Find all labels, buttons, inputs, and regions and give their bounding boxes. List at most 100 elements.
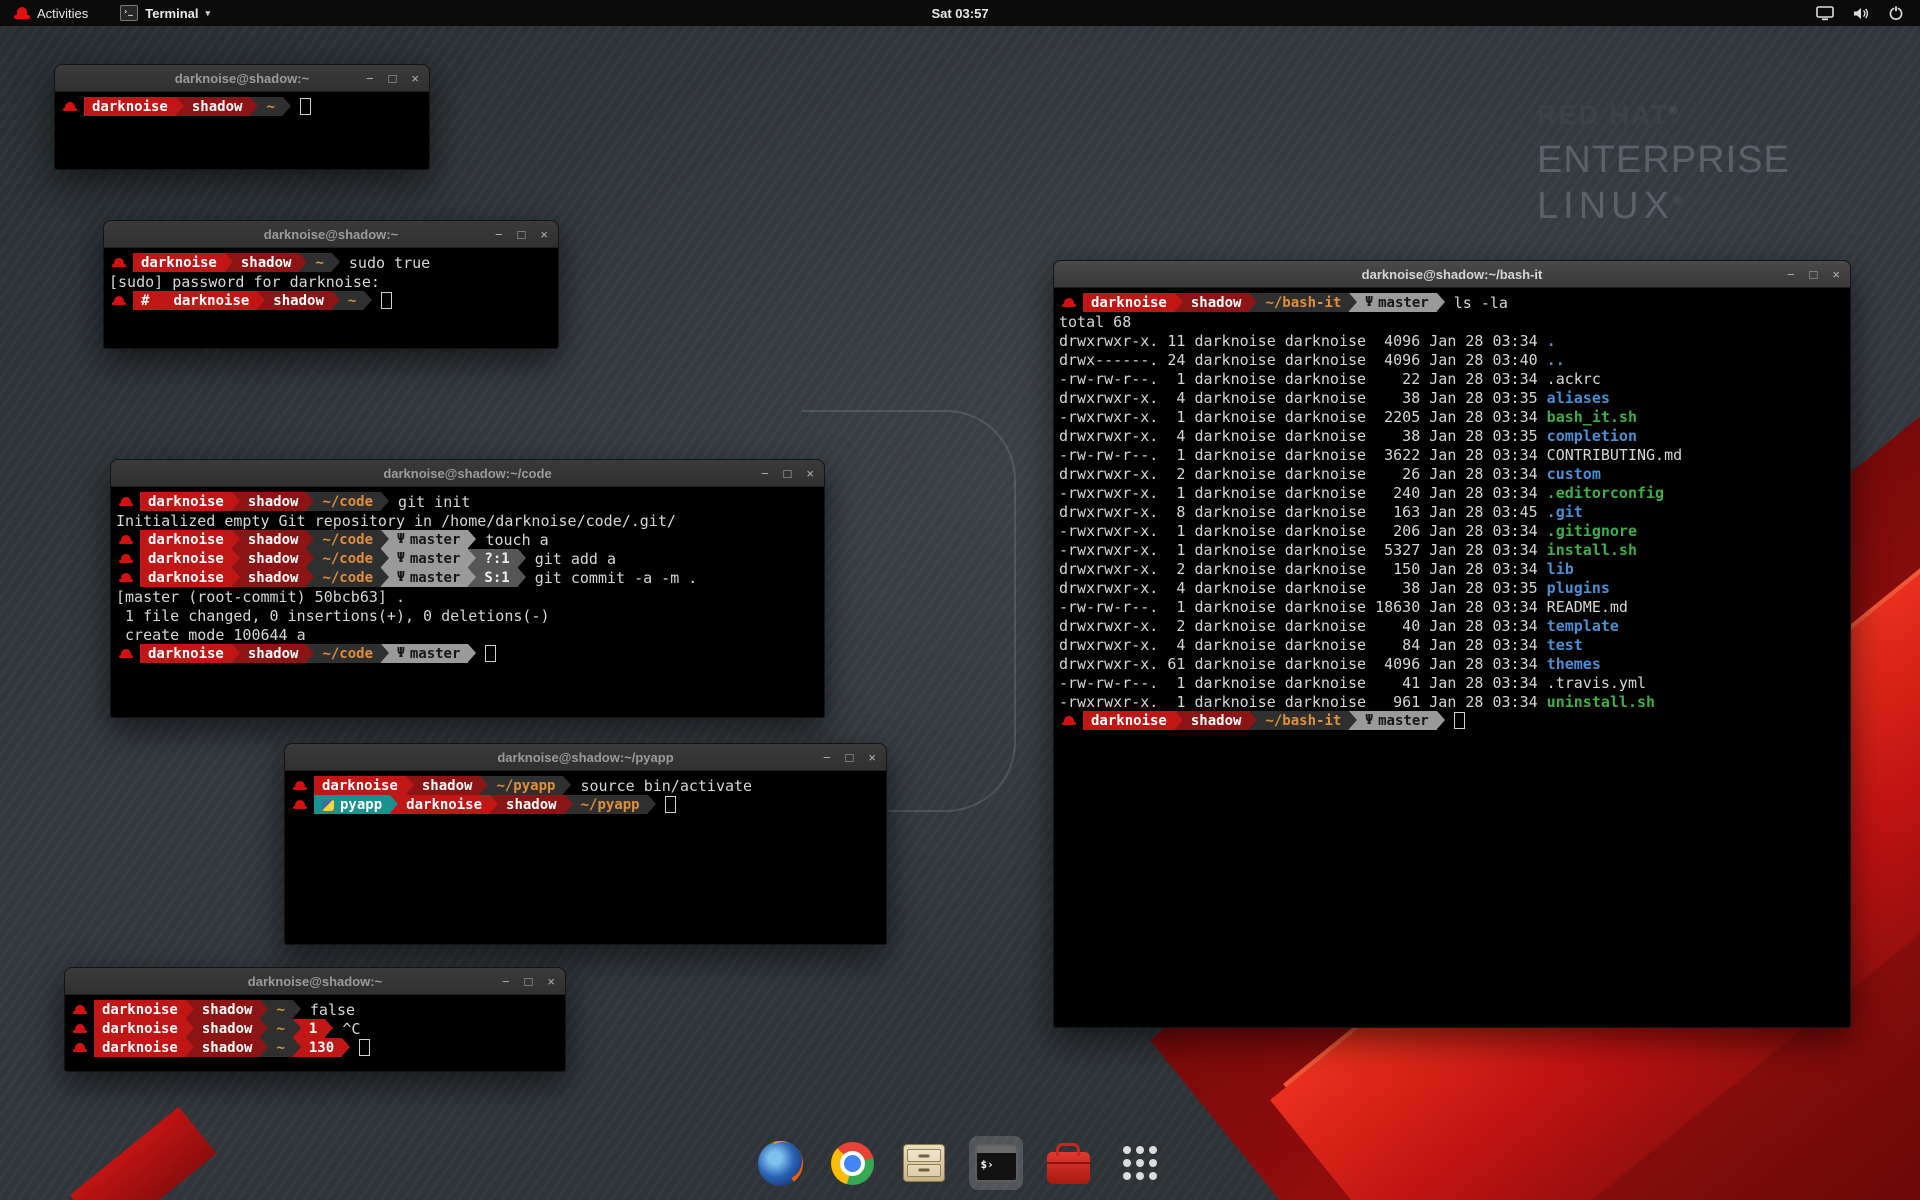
status-area[interactable] (1816, 5, 1920, 21)
terminal-window-code[interactable]: darknoise@shadow:~/code − □ × darknoises… (110, 459, 825, 718)
terminal-window-pyapp[interactable]: darknoise@shadow:~/pyapp − □ × darknoise… (284, 743, 887, 945)
dock-firefox[interactable] (753, 1136, 807, 1190)
terminal-content[interactable]: darknoiseshadow~/bash-itΨmaster ls -lato… (1054, 288, 1850, 1027)
segment-text: darknoise (102, 1002, 178, 1018)
terminal-line: [sudo] password for darknoise: (109, 272, 553, 291)
close-button[interactable]: × (1832, 268, 1840, 281)
powerline-arrow (176, 97, 184, 116)
file-name: README.md (1547, 598, 1628, 616)
powerline-arrow (468, 644, 476, 663)
terminal-window-home-1[interactable]: darknoise@shadow:~ − □ × darknoiseshadow… (54, 64, 430, 170)
segment-text: ~ (266, 99, 274, 115)
terminal-window-home-2[interactable]: darknoise@shadow:~ − □ × darknoiseshadow… (64, 967, 566, 1072)
volume-icon (1852, 6, 1870, 21)
powerline-arrow-triangle (232, 492, 240, 510)
segment-text: master (410, 570, 461, 586)
command-text: ls -la (1445, 294, 1508, 312)
terminal-line: Initialized empty Git repository in /hom… (116, 511, 819, 530)
terminal-content[interactable]: darknoiseshadow~/pyapp source bin/activa… (285, 771, 886, 944)
terminal-window-bash-it[interactable]: darknoise@shadow:~/bash-it − □ × darknoi… (1053, 260, 1851, 1028)
segment-text: ~ (348, 293, 356, 309)
minimize-button[interactable]: − (761, 467, 769, 480)
titlebar[interactable]: darknoise@shadow:~/bash-it − □ × (1054, 261, 1850, 288)
terminal-window-sudo[interactable]: darknoise@shadow:~ − □ × darknoiseshadow… (103, 220, 559, 349)
terminal-content[interactable]: darknoiseshadow~ sudo true[sudo] passwor… (104, 248, 558, 348)
command-text: sudo true (340, 254, 430, 272)
brand-redhat: RED HAT® (1537, 102, 1790, 129)
terminal-line: -rw-rw-r--. 1 darknoise darknoise 22 Jan… (1059, 369, 1845, 388)
powerline-arrow (563, 776, 571, 795)
maximize-button[interactable]: □ (525, 975, 533, 988)
close-button[interactable]: × (547, 975, 555, 988)
close-button[interactable]: × (868, 751, 876, 764)
file-name: .editorconfig (1547, 484, 1664, 502)
powerline-arrow-triangle (1349, 293, 1357, 311)
file-meta: drwxrwxr-x. 2 darknoise darknoise 26 Jan… (1059, 465, 1547, 483)
terminal-content[interactable]: darknoiseshadow~ falsedarknoiseshadow~1 … (65, 995, 565, 1071)
dock-files[interactable] (897, 1136, 951, 1190)
redhat-prompt-icon (73, 1023, 87, 1035)
dock-app-grid[interactable] (1113, 1136, 1167, 1190)
minimize-button[interactable]: − (823, 751, 831, 764)
file-name: themes (1547, 655, 1601, 673)
app-menu-terminal[interactable]: Terminal ▾ (120, 5, 210, 21)
minimize-button[interactable]: − (366, 72, 374, 85)
maximize-button[interactable]: □ (518, 228, 526, 241)
close-button[interactable]: × (411, 72, 419, 85)
terminal-line: -rw-rw-r--. 1 darknoise darknoise 3622 J… (1059, 445, 1845, 464)
maximize-button[interactable]: □ (389, 72, 397, 85)
git-branch-icon: Ψ (397, 532, 405, 547)
powerline-arrow (186, 1019, 194, 1038)
terminal-line: -rwxrwxr-x. 1 darknoise darknoise 961 Ja… (1059, 692, 1845, 711)
redhat-prompt-icon (63, 101, 77, 113)
prompt-user-segment: darknoise (94, 1000, 186, 1019)
titlebar[interactable]: darknoise@shadow:~ − □ × (55, 65, 429, 92)
close-button[interactable]: × (806, 467, 814, 480)
titlebar[interactable]: darknoise@shadow:~ − □ × (65, 968, 565, 995)
window-title: darknoise@shadow:~/bash-it (1362, 267, 1543, 282)
maximize-button[interactable]: □ (1810, 268, 1818, 281)
powerline-arrow (518, 568, 526, 587)
file-meta: -rwxrwxr-x. 1 darknoise darknoise 206 Ja… (1059, 522, 1547, 540)
powerline-arrow-triangle (293, 1019, 301, 1037)
dock-chrome[interactable] (825, 1136, 879, 1190)
prompt-host-segment: shadow (240, 568, 307, 587)
powerline-arrow (293, 1019, 301, 1038)
segment-text: master (410, 551, 461, 567)
titlebar[interactable]: darknoise@shadow:~/pyapp − □ × (285, 744, 886, 771)
powerline-arrow (293, 1000, 301, 1019)
terminal-content[interactable]: darknoiseshadow~/code git initInitialize… (111, 487, 824, 717)
close-button[interactable]: × (540, 228, 548, 241)
powerline-arrow-triangle (260, 1038, 268, 1056)
powerline-arrow-triangle (186, 1019, 194, 1037)
dock-terminal[interactable] (969, 1136, 1023, 1190)
terminal-cursor (381, 292, 392, 309)
redhat-prompt-icon (112, 295, 126, 307)
minimize-button[interactable]: − (1787, 268, 1795, 281)
prompt-host-segment: shadow (1183, 293, 1250, 312)
file-meta: -rw-rw-r--. 1 darknoise darknoise 22 Jan… (1059, 370, 1547, 388)
command-text: source bin/activate (571, 777, 752, 795)
terminal-content[interactable]: darknoiseshadow~ (55, 92, 429, 169)
powerline-arrow-triangle (260, 1000, 268, 1018)
prompt-root-segment: # (133, 291, 157, 310)
powerline-arrow (186, 1000, 194, 1019)
segment-text: master (410, 532, 461, 548)
file-meta: drwxrwxr-x. 8 darknoise darknoise 163 Ja… (1059, 503, 1547, 521)
brand-enterprise: ENTERPRISE (1537, 141, 1790, 179)
powerline-arrow-triangle (468, 568, 476, 586)
activities-button[interactable]: Activities (10, 0, 92, 26)
segment-text: ~/code (322, 646, 373, 662)
file-meta: drwx------. 24 darknoise darknoise 4096 … (1059, 351, 1547, 369)
titlebar[interactable]: darknoise@shadow:~ − □ × (104, 221, 558, 248)
titlebar[interactable]: darknoise@shadow:~/code − □ × (111, 460, 824, 487)
prompt-host-segment: shadow (265, 291, 332, 310)
maximize-button[interactable]: □ (846, 751, 854, 764)
powerline-arrow (1175, 293, 1183, 312)
minimize-button[interactable]: − (495, 228, 503, 241)
dock-software[interactable] (1041, 1136, 1095, 1190)
redhat-prompt-icon (293, 799, 307, 811)
minimize-button[interactable]: − (502, 975, 510, 988)
maximize-button[interactable]: □ (784, 467, 792, 480)
clock[interactable]: Sat 03:57 (931, 6, 988, 21)
